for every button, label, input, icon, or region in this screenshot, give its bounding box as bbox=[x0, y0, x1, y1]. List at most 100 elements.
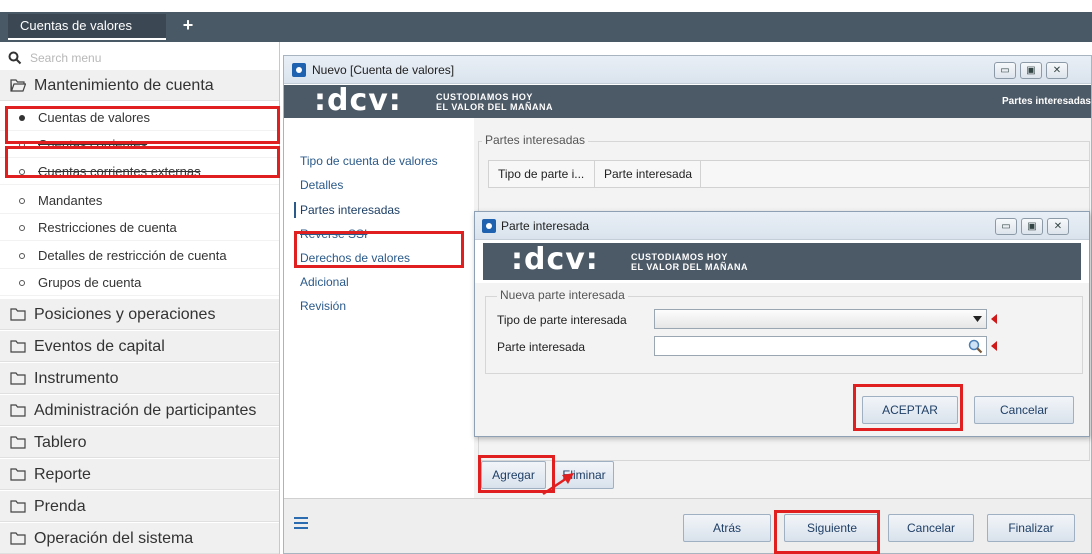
sidebar-section-operacion[interactable]: Operación del sistema bbox=[0, 523, 279, 554]
banner-tagline-2: EL VALOR DEL MAÑANA bbox=[631, 262, 749, 272]
app-icon bbox=[482, 219, 496, 233]
banner-step-title: Partes interesadas bbox=[1002, 96, 1091, 107]
wizard-nav: Tipo de cuenta de valores Detalles Parte… bbox=[284, 118, 469, 498]
dialog-title: Parte interesada bbox=[501, 219, 590, 233]
sidebar-section-instrumento[interactable]: Instrumento bbox=[0, 363, 279, 394]
menu-icon[interactable] bbox=[294, 517, 308, 529]
folder-icon bbox=[10, 436, 26, 449]
folder-icon bbox=[10, 404, 26, 417]
sidebar-item-label: Cuentas corrientes bbox=[38, 137, 148, 152]
close-icon[interactable]: ✕ bbox=[1047, 218, 1069, 235]
column-header-parte[interactable]: Parte interesada bbox=[595, 161, 701, 187]
type-label: Tipo de parte interesada bbox=[497, 313, 627, 327]
bullet-icon bbox=[19, 225, 25, 231]
wizard-step-revision[interactable]: Revisión bbox=[300, 299, 346, 313]
banner-tagline-1: CUSTODIAMOS HOY bbox=[436, 92, 533, 102]
sidebar-section-administracion[interactable]: Administración de participantes bbox=[0, 395, 279, 426]
add-tab-icon[interactable]: + bbox=[178, 14, 198, 38]
chevron-down-icon bbox=[973, 316, 982, 322]
arrow-icon bbox=[542, 473, 574, 496]
folder-icon bbox=[10, 340, 26, 353]
sidebar-section-prenda[interactable]: Prenda bbox=[0, 491, 279, 522]
dialog-cancel-button[interactable]: Cancelar bbox=[974, 396, 1074, 424]
stakeholders-group-title: Partes interesadas bbox=[482, 133, 589, 147]
finish-button[interactable]: Finalizar bbox=[987, 514, 1075, 542]
window-controls: ▭ ▣ ✕ bbox=[994, 62, 1084, 79]
accept-button[interactable]: ACEPTAR bbox=[862, 396, 958, 424]
add-button[interactable]: Agregar bbox=[481, 461, 546, 489]
wizard-step-adicional[interactable]: Adicional bbox=[300, 275, 349, 289]
bullet-icon bbox=[19, 142, 25, 148]
wizard-step-derechos[interactable]: Derechos de valores bbox=[300, 251, 410, 265]
banner-tagline-2: EL VALOR DEL MAÑANA bbox=[436, 102, 554, 112]
maximize-icon[interactable]: ▣ bbox=[1020, 62, 1042, 79]
folder-icon bbox=[10, 308, 26, 321]
search-input[interactable]: Search menu bbox=[30, 51, 101, 65]
bullet-icon bbox=[19, 115, 25, 121]
wizard-footer: Atrás Siguiente Cancelar Finalizar bbox=[284, 498, 1091, 553]
stakeholder-dialog: Parte interesada ▭ ▣ ✕ :dcv: CUSTODIAMOS… bbox=[474, 211, 1090, 437]
wizard-step-reverse-ssi[interactable]: Reverse SSI bbox=[300, 227, 367, 241]
search-menu[interactable]: Search menu bbox=[8, 50, 268, 68]
sidebar-section-label: Tablero bbox=[34, 434, 87, 451]
window-titlebar: Nuevo [Cuenta de valores] bbox=[284, 56, 1091, 84]
wizard-step-detalles[interactable]: Detalles bbox=[300, 178, 343, 192]
banner-tagline-1: CUSTODIAMOS HOY bbox=[631, 252, 728, 262]
sidebar-section-label: Eventos de capital bbox=[34, 338, 165, 355]
sidebar-item-cuentas-corrientes[interactable]: Cuentas corrientes bbox=[0, 131, 279, 158]
sidebar-section-mantenimiento[interactable]: Mantenimiento de cuenta bbox=[0, 70, 279, 101]
dcv-logo: :dcv: bbox=[511, 242, 599, 277]
minimize-icon[interactable]: ▭ bbox=[994, 62, 1016, 79]
sidebar-item-label: Cuentas corrientes externas bbox=[38, 164, 201, 179]
sidebar-item-detalles-restriccion[interactable]: Detalles de restricción de cuenta bbox=[0, 242, 279, 269]
sidebar-item-cuentas-corrientes-externas[interactable]: Cuentas corrientes externas bbox=[0, 158, 279, 185]
sidebar-section-label: Posiciones y operaciones bbox=[34, 306, 216, 323]
search-icon[interactable] bbox=[968, 339, 983, 354]
minimize-icon[interactable]: ▭ bbox=[995, 218, 1017, 235]
sidebar-section-label: Reporte bbox=[34, 466, 91, 483]
party-label: Parte interesada bbox=[497, 340, 586, 354]
type-select[interactable] bbox=[654, 309, 987, 329]
sidebar-item-label: Mandantes bbox=[38, 193, 103, 208]
sidebar-item-label: Grupos de cuenta bbox=[38, 275, 142, 290]
dialog-dcv-banner: :dcv: CUSTODIAMOS HOY EL VALOR DEL MAÑAN… bbox=[483, 242, 1081, 280]
party-input[interactable] bbox=[654, 336, 987, 356]
next-button[interactable]: Siguiente bbox=[784, 514, 880, 542]
sidebar-section-label: Operación del sistema bbox=[34, 530, 194, 547]
column-header-tipo[interactable]: Tipo de parte i... bbox=[489, 161, 595, 187]
back-button[interactable]: Atrás bbox=[683, 514, 771, 542]
sidebar-section-eventos[interactable]: Eventos de capital bbox=[0, 331, 279, 362]
search-icon bbox=[8, 51, 22, 65]
sidebar-section-tablero[interactable]: Tablero bbox=[0, 427, 279, 458]
close-icon[interactable]: ✕ bbox=[1046, 62, 1068, 79]
dialog-body: Nueva parte interesada Tipo de parte int… bbox=[475, 283, 1089, 436]
top-tab-bar: Cuentas de valores + bbox=[0, 0, 1092, 42]
sidebar-section-reporte[interactable]: Reporte bbox=[0, 459, 279, 490]
sidebar-item-mandantes[interactable]: Mandantes bbox=[0, 187, 279, 214]
sidebar-item-label: Cuentas de valores bbox=[38, 110, 151, 125]
folder-icon bbox=[10, 372, 26, 385]
maximize-icon[interactable]: ▣ bbox=[1021, 218, 1043, 235]
new-stakeholder-group bbox=[485, 296, 1083, 374]
sidebar-item-grupos[interactable]: Grupos de cuenta bbox=[0, 269, 279, 296]
folder-icon bbox=[10, 532, 26, 545]
sidebar-section-posiciones[interactable]: Posiciones y operaciones bbox=[0, 299, 279, 330]
new-stakeholder-group-title: Nueva parte interesada bbox=[497, 288, 628, 302]
bullet-icon bbox=[19, 169, 25, 175]
wizard-step-tipo[interactable]: Tipo de cuenta de valores bbox=[300, 154, 438, 168]
tab-cuentas-de-valores[interactable]: Cuentas de valores bbox=[8, 14, 166, 40]
dcv-banner: :dcv: CUSTODIAMOS HOY EL VALOR DEL MAÑAN… bbox=[284, 83, 1091, 118]
bullet-icon bbox=[19, 280, 25, 286]
app-icon bbox=[292, 63, 306, 77]
sidebar-item-label: Detalles de restricción de cuenta bbox=[38, 248, 227, 263]
cancel-button[interactable]: Cancelar bbox=[888, 514, 974, 542]
sidebar-item-cuentas-de-valores[interactable]: Cuentas de valores bbox=[0, 104, 279, 131]
wizard-step-partes[interactable]: Partes interesadas bbox=[293, 202, 400, 218]
sidebar-item-restricciones[interactable]: Restricciones de cuenta bbox=[0, 214, 279, 241]
sidebar-section-label: Administración de participantes bbox=[34, 402, 257, 419]
folder-icon bbox=[10, 468, 26, 481]
dialog-window-controls: ▭ ▣ ✕ bbox=[995, 218, 1085, 235]
folder-open-icon bbox=[10, 79, 26, 92]
app-root: Cuentas de valores + Search menu Manteni… bbox=[0, 0, 1092, 554]
sidebar: Search menu Mantenimiento de cuenta Cuen… bbox=[0, 42, 280, 554]
